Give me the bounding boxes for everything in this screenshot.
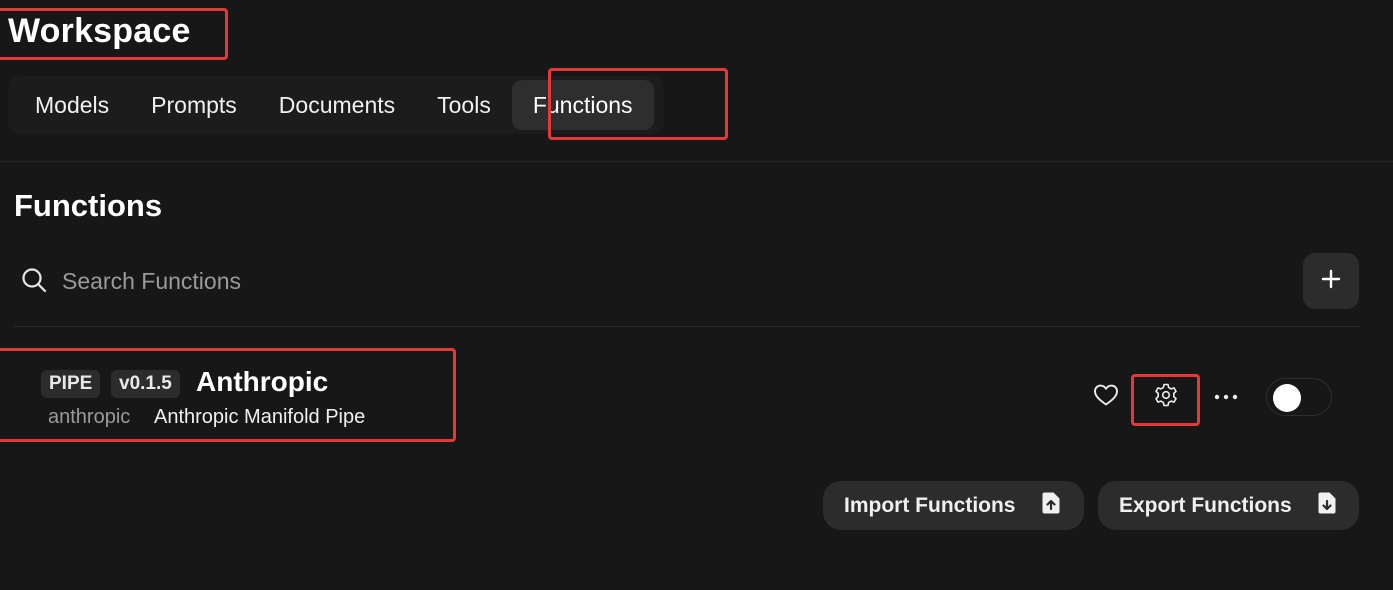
function-name: Anthropic xyxy=(196,366,329,397)
search-icon xyxy=(20,266,48,294)
add-function-button[interactable] xyxy=(1303,253,1359,309)
file-download-icon xyxy=(1316,491,1338,521)
function-version-badge: v0.1.5 xyxy=(111,370,180,398)
tab-functions[interactable]: Functions xyxy=(511,80,654,130)
search-divider xyxy=(14,326,1360,327)
function-enable-toggle[interactable] xyxy=(1266,378,1332,416)
ellipsis-icon xyxy=(1213,388,1239,406)
tab-models[interactable]: Models xyxy=(14,80,130,130)
header-divider xyxy=(0,161,1393,162)
search-input[interactable] xyxy=(60,258,664,304)
tab-documents[interactable]: Documents xyxy=(258,80,416,130)
tab-tools[interactable]: Tools xyxy=(416,80,512,130)
tab-prompts[interactable]: Prompts xyxy=(130,80,258,130)
import-functions-label: Import Functions xyxy=(844,493,1016,517)
export-functions-label: Export Functions xyxy=(1119,493,1292,517)
function-id: anthropic xyxy=(48,406,131,428)
favorite-button[interactable] xyxy=(1088,379,1124,415)
toggle-knob xyxy=(1273,384,1301,412)
settings-button[interactable] xyxy=(1148,379,1184,415)
section-title: Functions xyxy=(14,188,163,223)
function-type-badge: PIPE xyxy=(41,370,101,398)
gear-icon xyxy=(1153,382,1179,413)
heart-icon xyxy=(1093,383,1119,412)
function-description: Anthropic Manifold Pipe xyxy=(154,406,366,428)
page-title: Workspace xyxy=(8,12,191,50)
workspace-tabs: Models Prompts Documents Tools Functions xyxy=(8,76,664,134)
file-upload-icon xyxy=(1040,491,1062,521)
import-functions-button[interactable]: Import Functions xyxy=(823,481,1084,530)
plus-icon xyxy=(1320,268,1342,295)
export-functions-button[interactable]: Export Functions xyxy=(1098,481,1359,530)
more-options-button[interactable] xyxy=(1208,379,1244,415)
